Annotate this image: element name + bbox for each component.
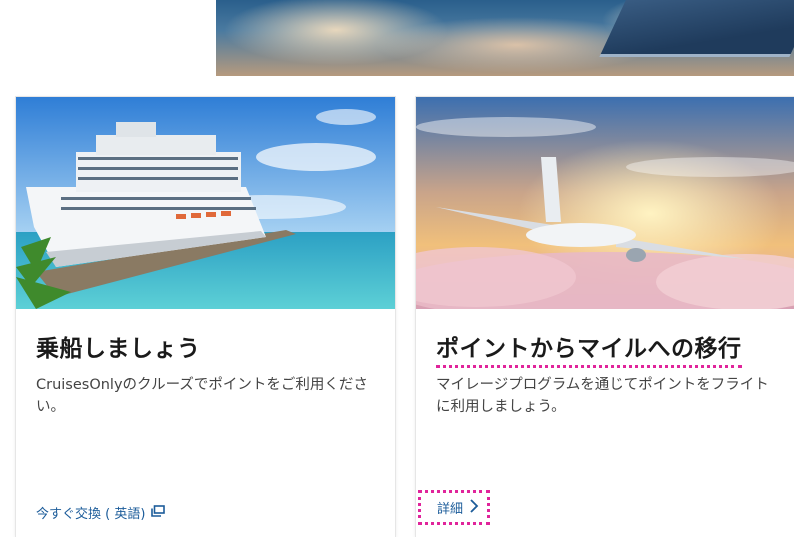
airplane-wing [599,0,794,57]
points-to-miles-card: ポイントからマイルへの移行 マイレージプログラムを通じてポイントをフライトに利用… [416,97,794,537]
cruise-ship-image [16,97,395,309]
hero-banner-image [216,0,794,76]
card-description: マイレージプログラムを通じてポイントをフライトに利用しましょう。 [436,377,769,415]
card-title: 乗船しましょう [36,336,201,362]
card-description: CruisesOnlyのクルーズでポイントをご利用ください。 [36,377,368,415]
link-label: 詳細 [437,502,464,517]
chevron-right-icon [469,498,479,517]
redeem-now-link[interactable]: 今すぐ交換 ( 英語) [36,503,166,522]
details-link[interactable]: 詳細 [418,490,491,525]
airplane-flight-image [416,97,794,309]
cruise-card: 乗船しましょう CruisesOnlyのクルーズでポイントをご利用ください。 今… [16,97,395,537]
card-title: ポイントからマイルへの移行 [436,329,742,368]
link-label: 今すぐ交換 ( 英語) [36,507,146,522]
external-window-icon [151,504,166,521]
